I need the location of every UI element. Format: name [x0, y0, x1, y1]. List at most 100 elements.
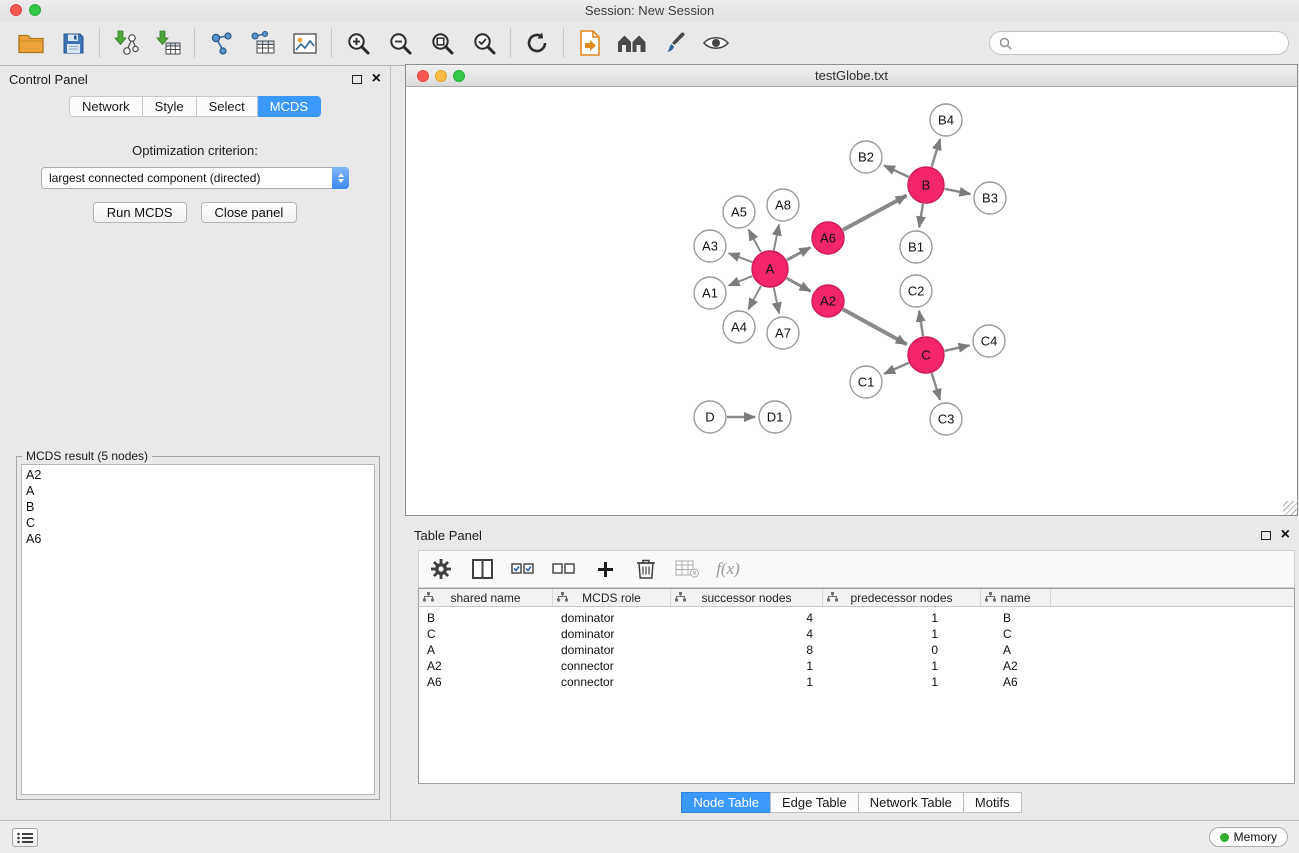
- tab-edge-table[interactable]: Edge Table: [770, 792, 859, 813]
- tab-mcds[interactable]: MCDS: [258, 96, 321, 117]
- node-A1[interactable]: A1: [694, 277, 726, 309]
- style-button[interactable]: [653, 24, 695, 62]
- first-neighbors-button[interactable]: [569, 24, 611, 62]
- node-A2[interactable]: A2: [812, 285, 844, 317]
- column-header-name[interactable]: name: [981, 589, 1051, 606]
- table-row[interactable]: A2connector11A2: [419, 658, 1294, 674]
- close-panel-icon[interactable]: ×: [372, 71, 381, 87]
- network-zoom-traffic-light[interactable]: [453, 70, 465, 82]
- close-table-panel-icon[interactable]: ×: [1281, 527, 1290, 543]
- zoom-in-button[interactable]: [337, 24, 379, 62]
- float-table-panel-icon[interactable]: [1261, 531, 1271, 540]
- mcds-result-item[interactable]: A2: [26, 467, 370, 483]
- show-hide-panel-button[interactable]: [695, 24, 737, 62]
- node-D1[interactable]: D1: [759, 401, 791, 433]
- cell-shared-name[interactable]: A2: [419, 659, 553, 673]
- node-C4[interactable]: C4: [973, 325, 1005, 357]
- edge-A-A8[interactable]: [774, 225, 779, 251]
- cell-successor-nodes[interactable]: 8: [671, 643, 823, 657]
- optimization-criterion-dropdown[interactable]: largest connected component (directed): [41, 167, 349, 189]
- select-all-button[interactable]: [511, 555, 535, 583]
- table-row[interactable]: Cdominator41C: [419, 626, 1294, 642]
- cell-name[interactable]: A6: [981, 675, 1051, 689]
- mcds-result-item[interactable]: A: [26, 483, 370, 499]
- dropdown-stepper-icon[interactable]: [332, 167, 349, 189]
- node-A[interactable]: A: [752, 251, 788, 287]
- node-C[interactable]: C: [908, 337, 944, 373]
- cell-predecessor-nodes[interactable]: 1: [823, 659, 981, 673]
- toolbar-search[interactable]: [989, 31, 1289, 55]
- edge-B-B4[interactable]: [932, 139, 941, 167]
- node-A8[interactable]: A8: [767, 189, 799, 221]
- node-A6[interactable]: A6: [812, 222, 844, 254]
- create-column-button[interactable]: [593, 555, 617, 583]
- cell-name[interactable]: C: [981, 627, 1051, 641]
- node-C2[interactable]: C2: [900, 275, 932, 307]
- save-session-button[interactable]: [52, 24, 94, 62]
- cell-mcds-role[interactable]: connector: [553, 675, 671, 689]
- cell-predecessor-nodes[interactable]: 0: [823, 643, 981, 657]
- export-image-button[interactable]: [284, 24, 326, 62]
- network-graph[interactable]: B4B2BB3A5A8A6A3B1AC2A1A2A4A7C4CC1C3DD1: [406, 87, 1297, 515]
- cell-name[interactable]: A: [981, 643, 1051, 657]
- tab-network-table[interactable]: Network Table: [858, 792, 964, 813]
- node-B2[interactable]: B2: [850, 141, 882, 173]
- node-B3[interactable]: B3: [974, 182, 1006, 214]
- node-C1[interactable]: C1: [850, 366, 882, 398]
- close-traffic-light[interactable]: [10, 4, 22, 16]
- network-table-button[interactable]: [242, 24, 284, 62]
- delete-table-button[interactable]: [675, 555, 699, 583]
- edge-B-B2[interactable]: [884, 166, 909, 178]
- edge-C-C3[interactable]: [932, 373, 940, 400]
- edge-C-C2[interactable]: [919, 311, 923, 336]
- memory-button[interactable]: Memory: [1209, 827, 1288, 847]
- network-minimize-traffic-light[interactable]: [435, 70, 447, 82]
- edge-A6-B[interactable]: [843, 196, 907, 230]
- tab-node-table[interactable]: Node Table: [681, 792, 771, 813]
- table-row[interactable]: Adominator80A: [419, 642, 1294, 658]
- apply-function-button[interactable]: f(x): [716, 555, 740, 583]
- table-row[interactable]: A6connector11A6: [419, 674, 1294, 690]
- edge-B-B1[interactable]: [919, 204, 923, 228]
- open-session-button[interactable]: [10, 24, 52, 62]
- node-B1[interactable]: B1: [900, 231, 932, 263]
- edge-A-A6[interactable]: [787, 247, 811, 260]
- column-header-mcds-role[interactable]: MCDS role: [553, 589, 671, 606]
- graphics-details-button[interactable]: [611, 24, 653, 62]
- column-header-shared-name[interactable]: shared name: [419, 589, 553, 606]
- edge-C-C4[interactable]: [945, 345, 970, 351]
- node-A4[interactable]: A4: [723, 311, 755, 343]
- zoom-selected-button[interactable]: [463, 24, 505, 62]
- node-B4[interactable]: B4: [930, 104, 962, 136]
- import-network-button[interactable]: [105, 24, 147, 62]
- deselect-all-button[interactable]: [552, 555, 576, 583]
- cell-shared-name[interactable]: C: [419, 627, 553, 641]
- cell-successor-nodes[interactable]: 1: [671, 675, 823, 689]
- column-header-predecessor-nodes[interactable]: predecessor nodes: [823, 589, 981, 606]
- tab-network[interactable]: Network: [69, 96, 143, 117]
- cell-predecessor-nodes[interactable]: 1: [823, 675, 981, 689]
- node-A3[interactable]: A3: [694, 230, 726, 262]
- cell-mcds-role[interactable]: dominator: [553, 627, 671, 641]
- edge-A-A5[interactable]: [749, 230, 761, 253]
- edge-A2-C[interactable]: [843, 309, 907, 344]
- tab-select[interactable]: Select: [197, 96, 258, 117]
- cell-name[interactable]: A2: [981, 659, 1051, 673]
- zoom-traffic-light[interactable]: [29, 4, 41, 16]
- apply-layout-button[interactable]: [516, 24, 558, 62]
- import-table-button[interactable]: [147, 24, 189, 62]
- network-window-titlebar[interactable]: testGlobe.txt: [406, 65, 1297, 87]
- cell-predecessor-nodes[interactable]: 1: [823, 611, 981, 625]
- mcds-result-item[interactable]: A6: [26, 531, 370, 547]
- close-panel-button[interactable]: Close panel: [201, 202, 298, 223]
- cell-name[interactable]: B: [981, 611, 1051, 625]
- edge-A-A3[interactable]: [729, 253, 753, 262]
- task-history-button[interactable]: [12, 828, 38, 847]
- cell-shared-name[interactable]: A6: [419, 675, 553, 689]
- node-A7[interactable]: A7: [767, 317, 799, 349]
- float-panel-icon[interactable]: [352, 75, 362, 84]
- cell-successor-nodes[interactable]: 4: [671, 627, 823, 641]
- tab-style[interactable]: Style: [143, 96, 197, 117]
- new-network-button[interactable]: [200, 24, 242, 62]
- edge-A-A2[interactable]: [787, 278, 811, 291]
